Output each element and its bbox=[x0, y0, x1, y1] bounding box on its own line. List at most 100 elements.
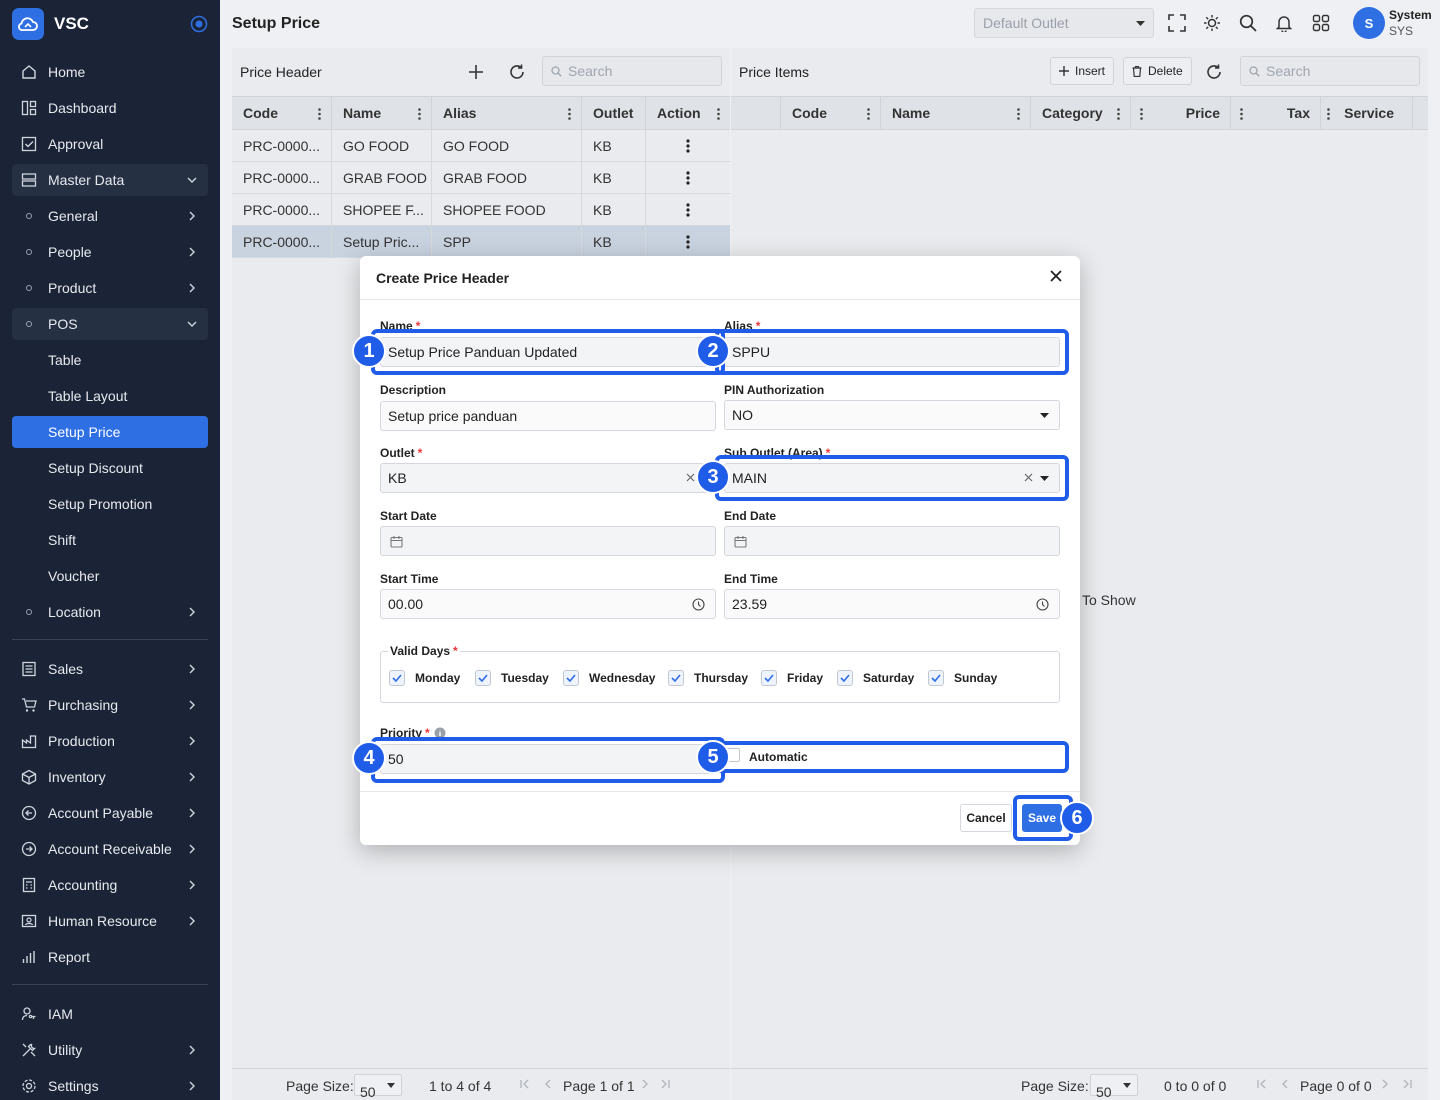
gear-icon bbox=[20, 1078, 38, 1094]
sidebar-item-table-layout[interactable]: Table Layout bbox=[12, 380, 208, 412]
prev-page-icon[interactable] bbox=[1280, 1079, 1290, 1089]
prev-page-icon[interactable] bbox=[543, 1079, 553, 1089]
sidebar-item-location[interactable]: Location bbox=[12, 596, 208, 628]
sidebar-item-setup-discount[interactable]: Setup Discount bbox=[12, 452, 208, 484]
first-page-icon[interactable] bbox=[1257, 1079, 1267, 1089]
col-code[interactable]: Code bbox=[781, 97, 881, 129]
friday-checkbox[interactable]: Friday bbox=[761, 670, 823, 686]
plus-icon[interactable] bbox=[468, 64, 484, 80]
sidebar-item-sales[interactable]: Sales bbox=[12, 653, 208, 685]
sidebar-item-accounting[interactable]: Accounting bbox=[12, 869, 208, 901]
sidebar-item-inventory[interactable]: Inventory bbox=[12, 761, 208, 793]
page-size-select[interactable]: 50 bbox=[354, 1074, 402, 1100]
refresh-icon[interactable] bbox=[508, 63, 526, 81]
delete-button[interactable]: Delete bbox=[1123, 57, 1192, 85]
column-menu-icon bbox=[1017, 108, 1020, 120]
row-action-menu-icon[interactable] bbox=[646, 130, 730, 161]
pin-authorization-select[interactable]: NO bbox=[724, 400, 1060, 430]
next-page-icon[interactable] bbox=[640, 1079, 650, 1089]
col-select[interactable] bbox=[731, 97, 781, 129]
column-menu-icon bbox=[568, 108, 571, 120]
sidebar-item-account-payable[interactable]: Account Payable bbox=[12, 797, 208, 829]
page-size-select[interactable]: 50 bbox=[1090, 1074, 1138, 1100]
sidebar-item-people[interactable]: People bbox=[12, 236, 208, 268]
col-name[interactable]: Name bbox=[881, 97, 1031, 129]
sidebar-item-shift[interactable]: Shift bbox=[12, 524, 208, 556]
sidebar-item-production[interactable]: Production bbox=[12, 725, 208, 757]
sidebar-item-pos[interactable]: POS bbox=[12, 308, 208, 340]
sidebar-item-product[interactable]: Product bbox=[12, 272, 208, 304]
sidebar-item-setup-price[interactable]: Setup Price bbox=[12, 416, 208, 448]
apps-grid-icon[interactable] bbox=[1312, 14, 1330, 32]
col-price[interactable]: Price bbox=[1131, 97, 1231, 129]
col-action[interactable]: Action bbox=[646, 97, 730, 129]
search-icon[interactable] bbox=[1239, 14, 1257, 32]
col-service[interactable]: Service bbox=[1321, 97, 1413, 129]
end-date-input[interactable] bbox=[724, 526, 1060, 556]
sidebar-item-home[interactable]: Home bbox=[12, 56, 208, 88]
row-action-menu-icon[interactable] bbox=[646, 194, 730, 225]
sidebar-toggle-icon[interactable] bbox=[190, 15, 208, 33]
tuesday-checkbox[interactable]: Tuesday bbox=[475, 670, 549, 686]
sidebar-divider bbox=[12, 639, 208, 640]
col-alias[interactable]: Alias bbox=[432, 97, 582, 129]
col-category[interactable]: Category bbox=[1031, 97, 1131, 129]
sidebar-item-approval[interactable]: Approval bbox=[12, 128, 208, 160]
avatar[interactable]: S bbox=[1353, 7, 1385, 39]
thursday-checkbox[interactable]: Thursday bbox=[668, 670, 748, 686]
start-time-input[interactable]: 00.00 bbox=[380, 589, 716, 619]
step-badge-3: 3 bbox=[696, 460, 730, 494]
close-icon[interactable] bbox=[1050, 270, 1062, 282]
sunday-checkbox[interactable]: Sunday bbox=[928, 670, 997, 686]
sidebar-item-label: Sales bbox=[48, 661, 84, 677]
monday-checkbox[interactable]: Monday bbox=[389, 670, 460, 686]
saturday-checkbox[interactable]: Saturday bbox=[837, 670, 914, 686]
col-tax[interactable]: Tax bbox=[1231, 97, 1321, 129]
sidebar-item-master-data[interactable]: Master Data bbox=[12, 164, 208, 196]
sidebar-item-settings[interactable]: Settings bbox=[12, 1070, 208, 1100]
outlet-select[interactable]: Default Outlet bbox=[974, 8, 1154, 38]
row-action-menu-icon[interactable] bbox=[646, 162, 730, 193]
cart-icon bbox=[20, 697, 38, 713]
refresh-icon[interactable] bbox=[1205, 63, 1223, 81]
outlet-select[interactable]: KB bbox=[380, 463, 716, 493]
sidebar-item-purchasing[interactable]: Purchasing bbox=[12, 689, 208, 721]
start-date-input[interactable] bbox=[380, 526, 716, 556]
sidebar-item-iam[interactable]: IAM bbox=[12, 998, 208, 1030]
sidebar-item-general[interactable]: General bbox=[12, 200, 208, 232]
col-name[interactable]: Name bbox=[332, 97, 432, 129]
sidebar-item-voucher[interactable]: Voucher bbox=[12, 560, 208, 592]
last-page-icon[interactable] bbox=[1402, 1079, 1412, 1089]
price-header-search-input[interactable]: Search bbox=[542, 56, 722, 86]
sidebar-item-report[interactable]: Report bbox=[12, 941, 208, 973]
sidebar-item-dashboard[interactable]: Dashboard bbox=[12, 92, 208, 124]
sidebar-item-table[interactable]: Table bbox=[12, 344, 208, 376]
table-row[interactable]: PRC-0000... Setup Pric... SPP KB bbox=[232, 226, 730, 258]
end-time-input[interactable]: 23.59 bbox=[724, 589, 1060, 619]
col-outlet[interactable]: Outlet bbox=[582, 97, 646, 129]
bell-icon[interactable] bbox=[1275, 14, 1293, 32]
price-items-search-input[interactable]: Search bbox=[1240, 56, 1420, 86]
sidebar-item-setup-promotion[interactable]: Setup Promotion bbox=[12, 488, 208, 520]
row-action-menu-icon[interactable] bbox=[646, 226, 730, 257]
dashboard-icon bbox=[20, 100, 38, 116]
first-page-icon[interactable] bbox=[520, 1079, 530, 1089]
wednesday-checkbox[interactable]: Wednesday bbox=[563, 670, 655, 686]
sidebar-item-account-receivable[interactable]: Account Receivable bbox=[12, 833, 208, 865]
cancel-button[interactable]: Cancel bbox=[960, 804, 1012, 832]
table-row[interactable]: PRC-0000... GO FOOD GO FOOD KB bbox=[232, 130, 730, 162]
table-row[interactable]: PRC-0000... SHOPEE F... SHOPEE FOOD KB bbox=[232, 194, 730, 226]
col-code[interactable]: Code bbox=[232, 97, 332, 129]
next-page-icon[interactable] bbox=[1380, 1079, 1390, 1089]
sidebar-item-utility[interactable]: Utility bbox=[12, 1034, 208, 1066]
sidebar-item-human-resource[interactable]: Human Resource bbox=[12, 905, 208, 937]
pager-range: 0 to 0 of 0 bbox=[1164, 1078, 1227, 1094]
table-row[interactable]: PRC-0000... GRAB FOOD GRAB FOOD KB bbox=[232, 162, 730, 194]
last-page-icon[interactable] bbox=[660, 1079, 670, 1089]
description-input[interactable]: Setup price panduan bbox=[380, 401, 716, 431]
sun-icon[interactable] bbox=[1203, 14, 1221, 32]
fullscreen-icon[interactable] bbox=[1168, 14, 1186, 32]
cell-alias: GRAB FOOD bbox=[432, 162, 582, 193]
calendar-icon bbox=[734, 535, 747, 548]
insert-button[interactable]: Insert bbox=[1050, 57, 1115, 85]
